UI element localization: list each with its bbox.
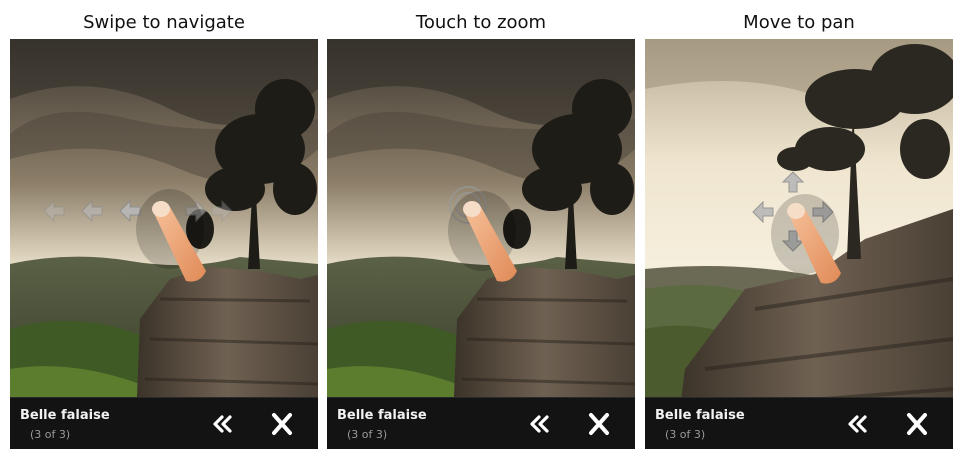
panel-title-swipe: Swipe to navigate <box>83 12 245 33</box>
previous-button[interactable] <box>843 411 871 437</box>
previous-button[interactable] <box>525 411 553 437</box>
close-x-icon <box>907 413 927 435</box>
image-counter: (3 of 3) <box>30 428 71 441</box>
image-title: Belle falaise <box>337 408 427 423</box>
image-counter: (3 of 3) <box>347 428 388 441</box>
landscape-photo <box>10 39 318 449</box>
double-chevron-left-icon <box>848 415 867 433</box>
caption-bar: Belle falaise (3 of 3) <box>327 397 635 449</box>
image-title: Belle falaise <box>20 408 110 423</box>
close-button[interactable] <box>268 411 296 437</box>
caption-bar: Belle falaise (3 of 3) <box>10 397 318 449</box>
close-x-icon <box>272 413 292 435</box>
lightbox-panel-zoom: Belle falaise (3 of 3) <box>327 39 635 449</box>
image-counter: (3 of 3) <box>665 428 706 441</box>
close-button[interactable] <box>585 411 613 437</box>
close-x-icon <box>589 413 609 435</box>
caption-bar: Belle falaise (3 of 3) <box>645 397 953 449</box>
image-title: Belle falaise <box>655 408 745 423</box>
landscape-photo-zoomed <box>645 39 953 449</box>
double-chevron-left-icon <box>530 415 549 433</box>
close-button[interactable] <box>903 411 931 437</box>
lightbox-panel-pan: Belle falaise (3 of 3) <box>645 39 953 449</box>
previous-button[interactable] <box>208 411 236 437</box>
double-chevron-left-icon <box>213 415 232 433</box>
panel-title-pan: Move to pan <box>743 12 855 33</box>
lightbox-panel-swipe: Belle falaise (3 of 3) <box>10 39 318 449</box>
panel-title-zoom: Touch to zoom <box>415 12 547 33</box>
landscape-photo <box>327 39 635 449</box>
